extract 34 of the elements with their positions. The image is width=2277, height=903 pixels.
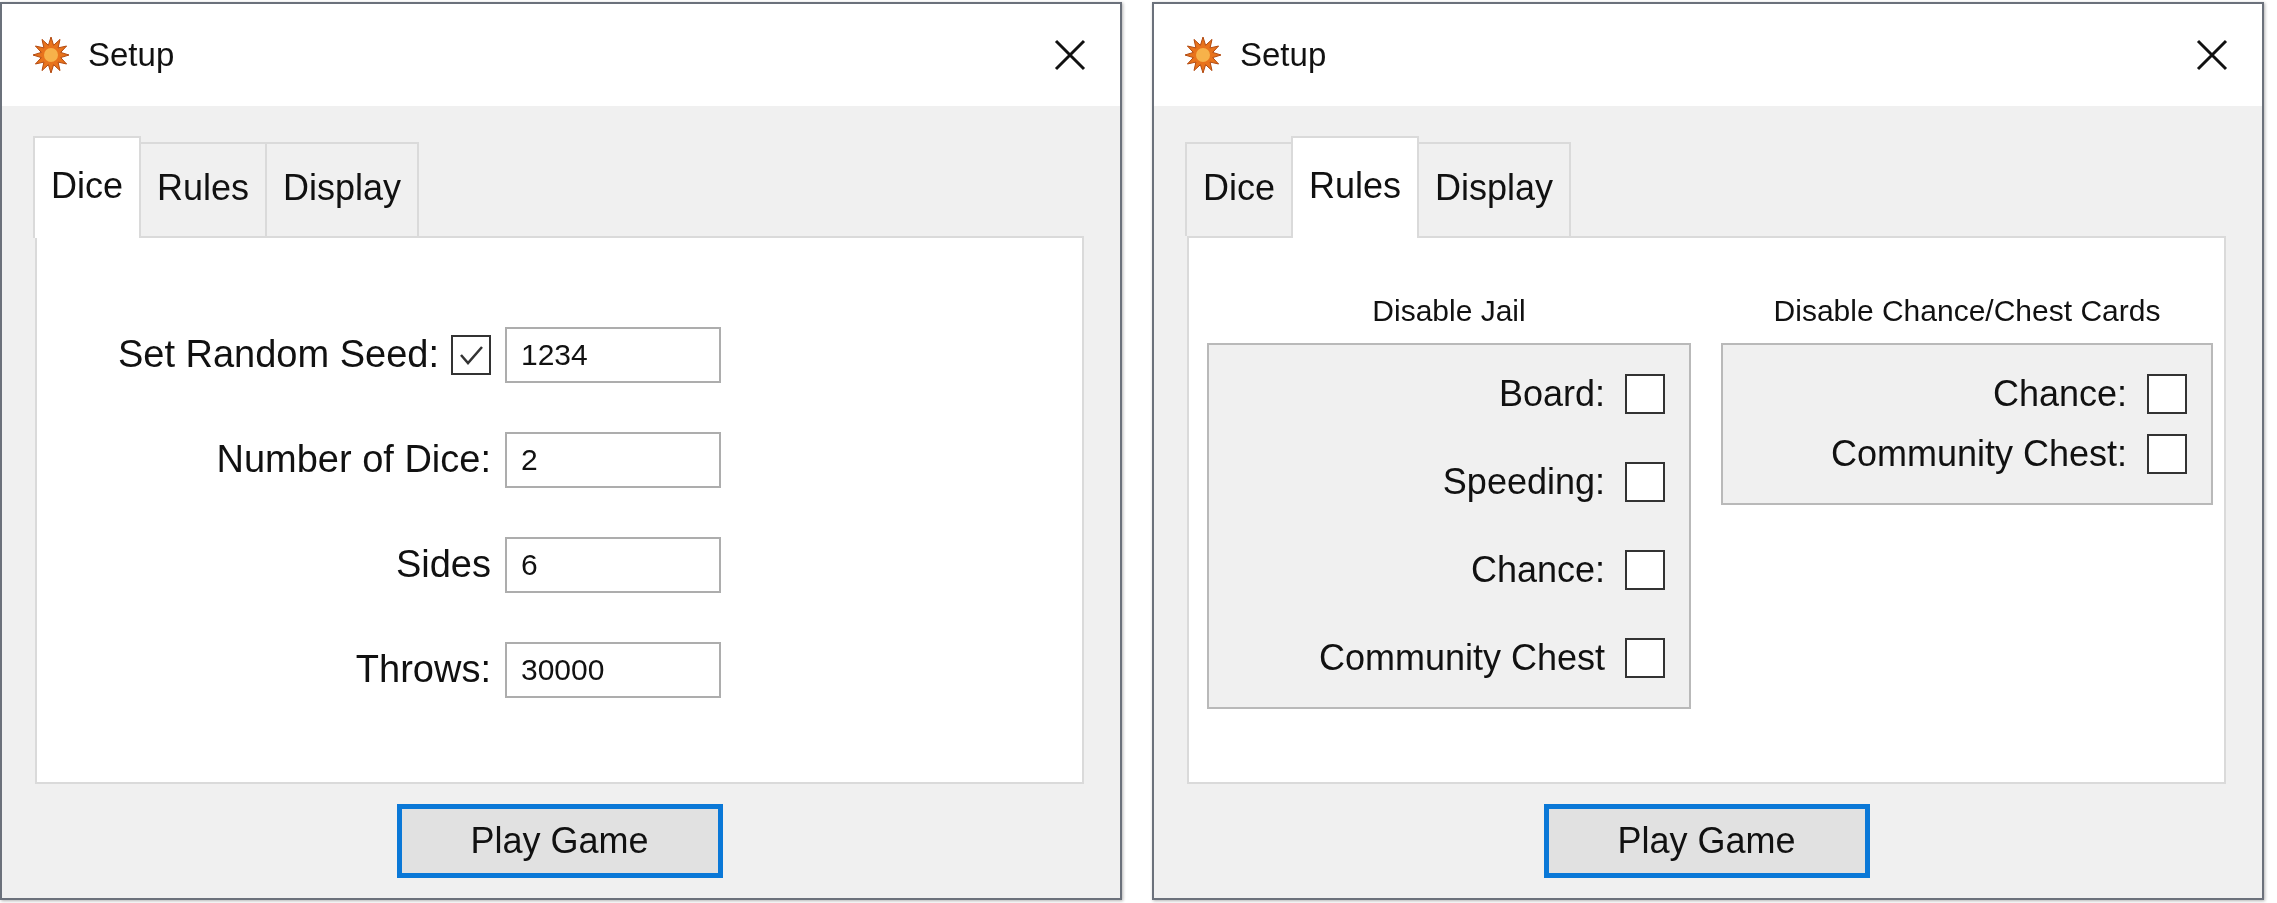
checkbox-label: Community Chest:: [1830, 432, 2127, 476]
tab[interactable]: Display: [1417, 142, 1572, 236]
tab[interactable]: Display: [265, 142, 420, 236]
field-label: Throws:: [355, 647, 491, 692]
tab[interactable]: Dice: [33, 136, 142, 238]
starburst-icon: [32, 36, 70, 74]
tab[interactable]: Rules: [1291, 136, 1420, 238]
window-title: Setup: [88, 35, 175, 76]
play-game-button[interactable]: Play Game: [1543, 804, 1870, 878]
checkbox[interactable]: [2147, 434, 2187, 474]
input-field[interactable]: 1234: [505, 326, 721, 383]
field-label: Set Random Seed:: [117, 332, 439, 377]
tab[interactable]: Dice: [1185, 142, 1294, 236]
checkbox[interactable]: [1625, 374, 1665, 414]
checkbox[interactable]: [451, 334, 491, 375]
field-label: Sides: [395, 542, 491, 587]
checkbox[interactable]: [1625, 550, 1665, 590]
group-heading: Disable Chance/Chest Cards: [1772, 293, 2162, 329]
checkbox[interactable]: [2147, 374, 2187, 414]
checkbox[interactable]: [1625, 638, 1665, 678]
group-heading: Disable Jail: [1371, 293, 1527, 329]
checkbox-label: Community Chest: [1318, 636, 1605, 680]
starburst-icon: [1184, 36, 1222, 74]
checkbox-label: Board:: [1498, 372, 1605, 416]
play-game-button[interactable]: Play Game: [396, 804, 723, 878]
window-title: Setup: [1240, 35, 1327, 76]
input-field[interactable]: 30000: [505, 641, 721, 698]
checkbox-label: Chance:: [1992, 372, 2127, 416]
input-field[interactable]: 6: [505, 536, 721, 593]
input-field[interactable]: 2: [505, 431, 721, 488]
checkbox[interactable]: [1625, 462, 1665, 502]
checkbox-label: Chance:: [1470, 548, 1605, 592]
field-label: Number of Dice:: [216, 437, 491, 482]
checkbox-label: Speeding:: [1442, 460, 1605, 504]
